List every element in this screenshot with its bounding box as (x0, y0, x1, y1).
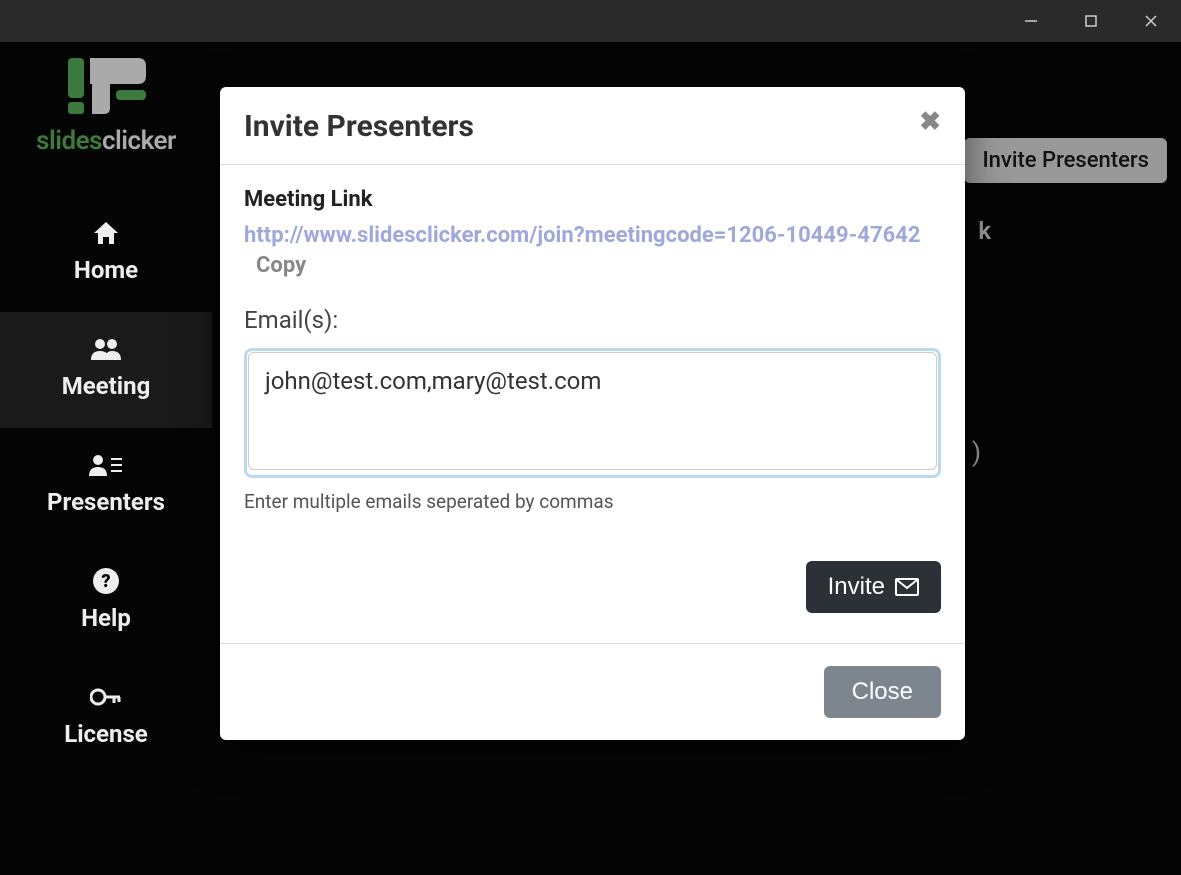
sidebar-item-label: Home (0, 256, 212, 284)
app-body: slidesclicker Home Meeting Presenters ? (0, 42, 1181, 875)
invite-button-label: Invite (828, 573, 885, 601)
meeting-link[interactable]: http://www.slidesclicker.com/join?meetin… (244, 223, 920, 248)
window-close-button[interactable] (1121, 0, 1181, 42)
sidebar-item-meeting[interactable]: Meeting (0, 312, 212, 428)
modal-close-button[interactable]: ✖ (919, 109, 941, 135)
logo-mark-icon (16, 50, 196, 120)
meeting-link-label: Meeting Link (244, 187, 941, 212)
envelope-icon (895, 578, 919, 596)
sidebar-item-label: Presenters (0, 488, 212, 516)
help-icon: ? (0, 566, 212, 596)
sidebar-item-home[interactable]: Home (0, 196, 212, 312)
background-text-fragment: k (978, 217, 991, 245)
modal-header: Invite Presenters ✖ (220, 87, 965, 165)
invite-button[interactable]: Invite (806, 561, 941, 613)
sidebar-item-help[interactable]: ? Help (0, 544, 212, 660)
modal-title: Invite Presenters (244, 109, 474, 144)
key-icon (0, 682, 212, 712)
modal-footer: Close (220, 643, 965, 740)
people-icon (0, 334, 212, 364)
background-paren: ) (972, 438, 981, 468)
app-logo: slidesclicker (16, 50, 196, 156)
close-icon (1144, 14, 1158, 28)
minimize-icon (1024, 14, 1038, 28)
emails-label: Email(s): (244, 306, 941, 334)
sidebar-item-license[interactable]: License (0, 660, 212, 776)
logo-text-part1: slides (36, 126, 102, 156)
sidebar-item-label: Meeting (0, 372, 212, 400)
window-titlebar (0, 0, 1181, 42)
logo-text-part2: clicker (102, 126, 176, 156)
sidebar-item-label: Help (0, 604, 212, 632)
window-minimize-button[interactable] (1001, 0, 1061, 42)
svg-text:?: ? (101, 571, 110, 592)
emails-hint: Enter multiple emails seperated by comma… (244, 490, 941, 513)
background-invite-button[interactable]: Invite Presenters (964, 138, 1167, 183)
logo-text: slidesclicker (16, 126, 196, 156)
presenter-icon (0, 450, 212, 480)
meeting-link-row: http://www.slidesclicker.com/join?meetin… (244, 218, 941, 278)
sidebar-item-label: License (0, 720, 212, 748)
invite-row: Invite (244, 561, 941, 613)
home-icon (0, 218, 212, 248)
sidebar: slidesclicker Home Meeting Presenters ? (0, 42, 212, 875)
window-maximize-button[interactable] (1061, 0, 1121, 42)
emails-input-wrapper (244, 348, 941, 478)
copy-link-button[interactable]: Copy (256, 253, 306, 278)
emails-input[interactable] (248, 352, 937, 470)
sidebar-item-presenters[interactable]: Presenters (0, 428, 212, 544)
modal-body: Meeting Link http://www.slidesclicker.co… (220, 165, 965, 643)
invite-presenters-modal: Invite Presenters ✖ Meeting Link http://… (220, 87, 965, 740)
maximize-icon (1084, 14, 1098, 28)
close-button[interactable]: Close (824, 666, 941, 718)
